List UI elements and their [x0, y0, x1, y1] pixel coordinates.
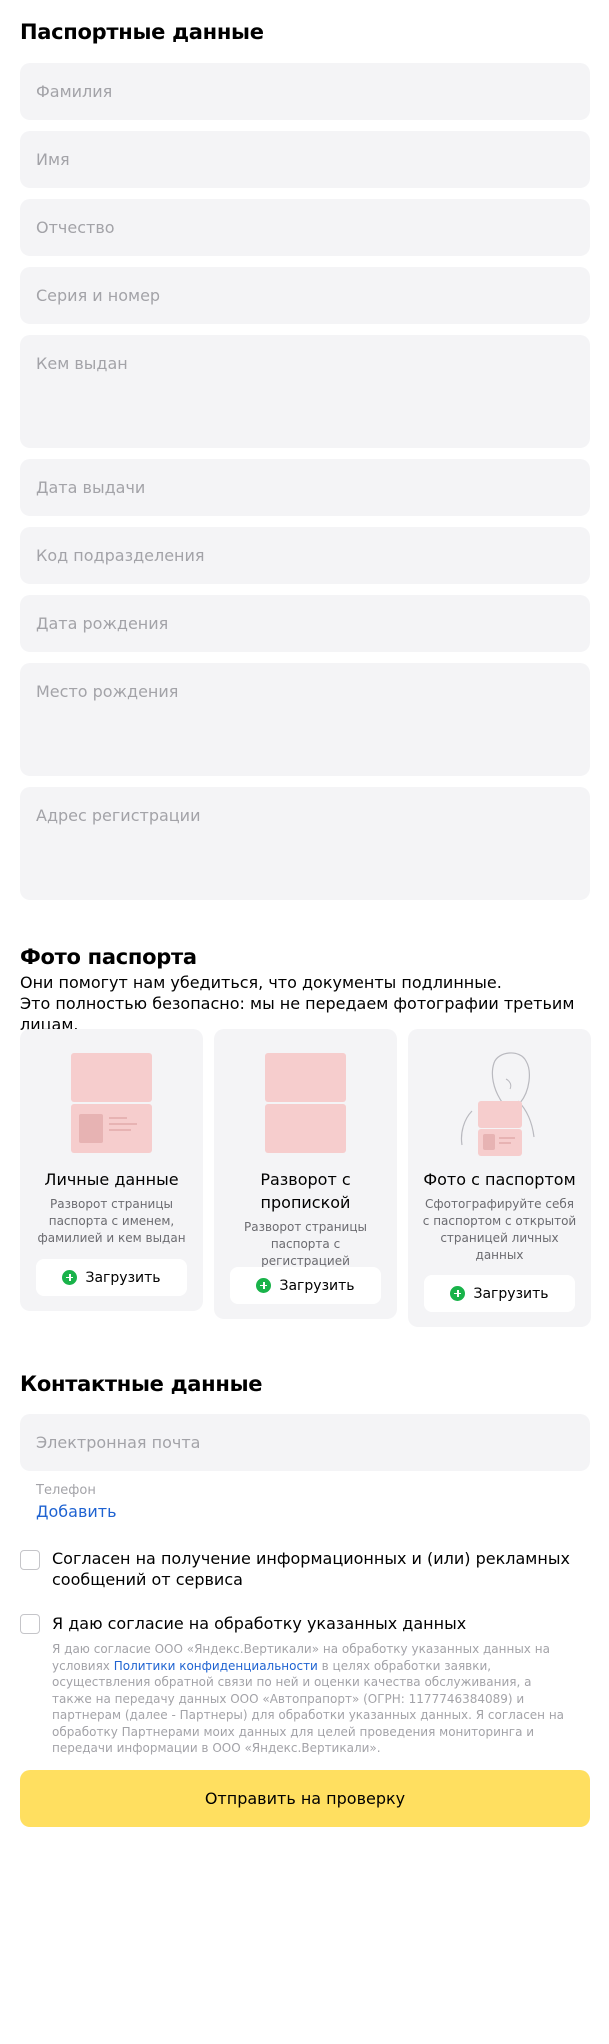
card-title: Разворот с пропиской — [260, 1170, 351, 1212]
upload-selfie-button[interactable]: Загрузить — [424, 1275, 575, 1312]
upload-personal-button[interactable]: Загрузить — [36, 1259, 187, 1296]
last-name-field[interactable]: Фамилия — [20, 63, 590, 120]
add-phone-link[interactable]: Добавить — [36, 1502, 117, 1521]
selfie-with-passport-icon — [454, 1049, 546, 1157]
marketing-consent-checkbox[interactable] — [20, 1550, 40, 1570]
processing-consent-checkbox[interactable] — [20, 1614, 40, 1634]
issue-date-field[interactable]: Дата выдачи — [20, 459, 590, 516]
registration-address-field[interactable]: Адрес регистрации — [20, 787, 590, 900]
card-description: Сфотографируйте себя с паспортом с откры… — [422, 1197, 577, 1262]
division-code-field[interactable]: Код подразделения — [20, 527, 590, 584]
contacts-section-title: Контактные данные — [20, 1372, 263, 1396]
upload-button-label: Загрузить — [473, 1285, 549, 1302]
passport-section-title: Паспортные данные — [20, 20, 264, 44]
upload-card-personal: Личные данные Разворот страницы паспорта… — [20, 1029, 203, 1311]
birth-date-field[interactable]: Дата рождения — [20, 595, 590, 652]
processing-consent-label: Я даю согласие на обработку указанных да… — [52, 1614, 467, 1633]
first-name-field[interactable]: Имя — [20, 131, 590, 188]
birth-place-field[interactable]: Место рождения — [20, 663, 590, 776]
upload-button-label: Загрузить — [85, 1269, 161, 1286]
plus-circle-icon — [62, 1270, 78, 1285]
card-title: Фото с паспортом — [423, 1170, 576, 1189]
upload-button-label: Загрузить — [279, 1277, 355, 1294]
series-number-field[interactable]: Серия и номер — [20, 267, 590, 324]
plus-circle-icon — [450, 1286, 466, 1301]
marketing-consent-label: Согласен на получение информационных и (… — [52, 1549, 570, 1589]
phone-label: Телефон — [36, 1483, 96, 1498]
upload-card-registration: Разворот с пропиской Разворот страницы п… — [214, 1029, 397, 1319]
submit-for-review-button[interactable]: Отправить на проверку — [20, 1770, 590, 1827]
issued-by-field[interactable]: Кем выдан — [20, 335, 590, 448]
patronymic-field[interactable]: Отчество — [20, 199, 590, 256]
card-description: Разворот страницы паспорта с регистрацие… — [244, 1220, 367, 1268]
photos-section-title: Фото паспорта — [20, 945, 197, 969]
passport-registration-page-icon — [265, 1053, 346, 1155]
upload-card-selfie: Фото с паспортом Сфотографируйте себя с … — [408, 1029, 591, 1327]
passport-personal-page-icon — [71, 1053, 152, 1155]
card-title: Личные данные — [44, 1170, 179, 1189]
upload-registration-button[interactable]: Загрузить — [230, 1267, 381, 1304]
legal-text: Я даю согласие ООО «Яндекс.Вертикали» на… — [52, 1641, 572, 1757]
email-field[interactable]: Электронная почта — [20, 1414, 590, 1471]
card-description: Разворот страницы паспорта с именем, фам… — [37, 1197, 186, 1245]
photos-subtitle-line1: Они помогут нам убедиться, что документы… — [20, 973, 502, 992]
privacy-policy-link[interactable]: Политики конфиденциальности — [114, 1659, 318, 1673]
plus-circle-icon — [256, 1278, 272, 1293]
